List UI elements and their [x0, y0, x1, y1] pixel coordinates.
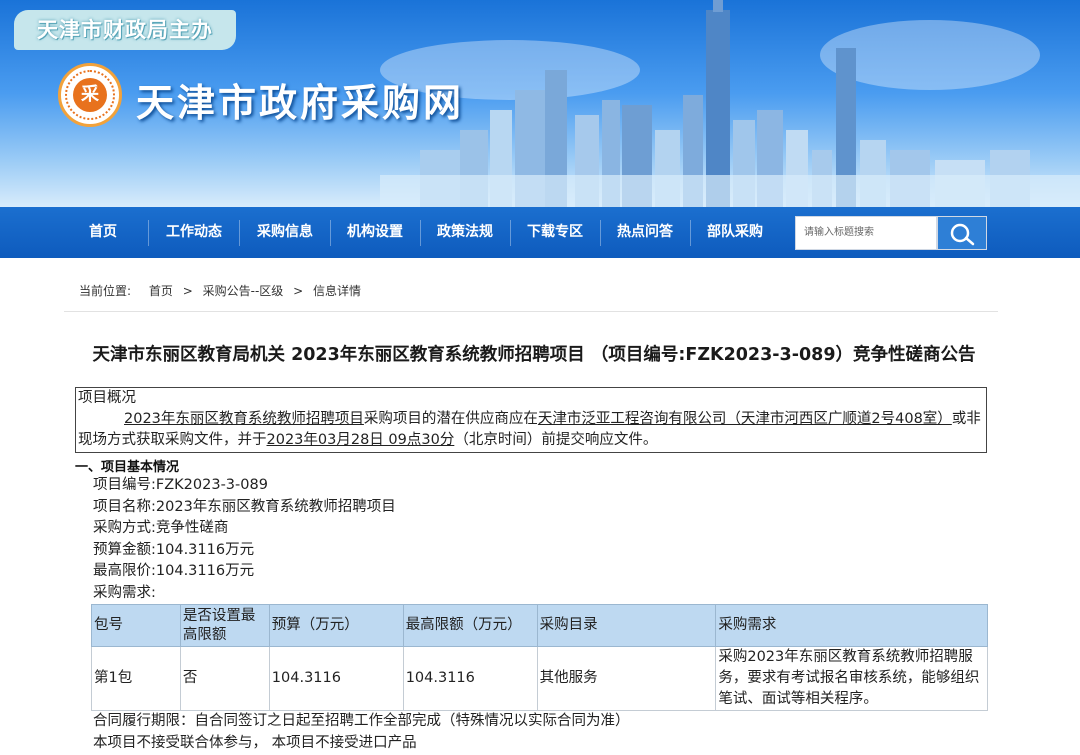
field-value: 104.3116万元 — [155, 541, 255, 558]
field-label: 采购方式: — [93, 520, 156, 536]
article-title: 天津市东丽区教育局机关 2023年东丽区教育系统教师招聘项目 （项目编号:FZK… — [92, 345, 976, 365]
nav-item-procurement-info[interactable]: 采购信息 — [240, 207, 330, 258]
field-value: FZK2023-3-089 — [155, 477, 268, 493]
breadcrumb-separator: > — [293, 284, 304, 298]
nav-item-work-news[interactable]: 工作动态 — [149, 207, 239, 258]
column-header: 预算（万元） — [268, 604, 404, 647]
nav-item-downloads[interactable]: 下载专区 — [510, 207, 600, 258]
breadcrumb-separator: > — [182, 284, 193, 298]
table-cell: 采购2023年东丽区教育系统教师招聘服务，要求有考试报名审核系统，能够组织笔试、… — [715, 646, 988, 711]
field-procurement-method: 采购方式:竞争性磋商 — [93, 518, 396, 540]
nav-item-faq[interactable]: 热点问答 — [600, 207, 690, 258]
sponsor-label: 天津市财政局主办 — [14, 10, 236, 50]
field-requirements: 采购需求: — [93, 583, 396, 605]
overview-text-3: （北京时间）前提交响应文件。 — [454, 432, 658, 448]
table-cell: 第1包 — [91, 646, 181, 711]
column-header: 最高限额（万元） — [402, 604, 538, 647]
breadcrumb-label: 当前位置: — [79, 284, 132, 298]
section-heading-basic-info: 一、项目基本情况 — [75, 460, 180, 475]
field-label: 项目编号: — [93, 477, 156, 493]
overview-project-name: 2023年东丽区教育系统教师招聘项目 — [124, 411, 364, 427]
site-banner: 天津市财政局主办 采 天津市政府采购网 — [0, 0, 1080, 207]
table-row: 第1包 否 104.3116 104.3116 其他服务 采购2023年东丽区教… — [91, 646, 988, 711]
overview-text-1: 采购项目的潜在供应商应在 — [363, 411, 538, 427]
overview-deadline: 2023年03月28日 09点30分 — [266, 432, 455, 448]
overview-body: 2023年东丽区教育系统教师招聘项目采购项目的潜在供应商应在天津市泛亚工程咨询有… — [78, 409, 984, 451]
field-value: 104.3116万元 — [155, 563, 255, 579]
breadcrumb-home[interactable]: 首页 — [149, 284, 173, 298]
search-icon — [950, 223, 975, 246]
table-cell: 否 — [179, 646, 270, 711]
search-input[interactable]: 请输入标题搜索 — [795, 216, 937, 250]
project-overview-box: 项目概况 2023年东丽区教育系统教师招聘项目采购项目的潜在供应商应在天津市泛亚… — [75, 387, 987, 453]
table-cell: 其他服务 — [536, 646, 717, 711]
field-max-price: 最高限价:104.3116万元 — [93, 561, 396, 583]
contract-period: 合同履行期限：自合同签订之日起至招聘工作全部完成（特殊情况以实际合同为准） — [93, 713, 630, 729]
column-header: 采购需求 — [715, 604, 988, 647]
column-header: 是否设置最高限额 — [179, 604, 270, 647]
field-value: 2023年东丽区教育系统教师招聘项目 — [155, 498, 396, 515]
field-label: 预算金额: — [93, 541, 156, 558]
column-header: 采购目录 — [536, 604, 717, 647]
overview-location: 天津市泛亚工程咨询有限公司（天津市河西区广顺道2号408室） — [537, 411, 952, 427]
field-budget: 预算金额:104.3116万元 — [93, 540, 396, 562]
nav-item-policies[interactable]: 政策法规 — [420, 207, 510, 258]
content-divider — [64, 311, 998, 312]
project-terms: 合同履行期限：自合同签订之日起至招聘工作全部完成（特殊情况以实际合同为准） 本项… — [93, 711, 630, 754]
field-project-number: 项目编号:FZK2023-3-089 — [93, 475, 396, 497]
column-header: 包号 — [91, 604, 181, 647]
site-logo[interactable]: 采 — [58, 63, 122, 127]
breadcrumb-current: 信息详情 — [313, 284, 362, 298]
site-title[interactable]: 天津市政府采购网 — [136, 72, 464, 127]
package-table: 包号 是否设置最高限额 预算（万元） 最高限额（万元） 采购目录 采购需求 第1… — [91, 604, 988, 711]
participation-notes: 本项目不接受联合体参与， 本项目不接受进口产品 — [93, 734, 417, 751]
breadcrumb: 当前位置: 首页 > 采购公告--区级 > 信息详情 — [79, 282, 367, 299]
field-project-name: 项目名称:2023年东丽区教育系统教师招聘项目 — [93, 497, 396, 519]
project-fields: 项目编号:FZK2023-3-089 项目名称:2023年东丽区教育系统教师招聘… — [93, 475, 396, 604]
table-cell: 104.3116 — [402, 646, 538, 711]
field-label: 最高限价: — [93, 563, 156, 579]
table-header-row: 包号 是否设置最高限额 预算（万元） 最高限额（万元） 采购目录 采购需求 — [91, 604, 988, 647]
table-cell: 104.3116 — [268, 646, 404, 711]
nav-item-organization[interactable]: 机构设置 — [330, 207, 420, 258]
field-label: 采购需求: — [93, 584, 156, 601]
field-label: 项目名称: — [93, 498, 156, 515]
nav-item-military-procurement[interactable]: 部队采购 — [690, 207, 780, 258]
logo-glyph: 采 — [73, 78, 107, 112]
overview-heading: 项目概况 — [78, 390, 136, 406]
breadcrumb-district-announcements[interactable]: 采购公告--区级 — [203, 284, 284, 298]
search-button[interactable] — [937, 216, 987, 250]
nav-item-home[interactable]: 首页 — [58, 207, 148, 258]
field-value: 竞争性磋商 — [155, 520, 229, 536]
